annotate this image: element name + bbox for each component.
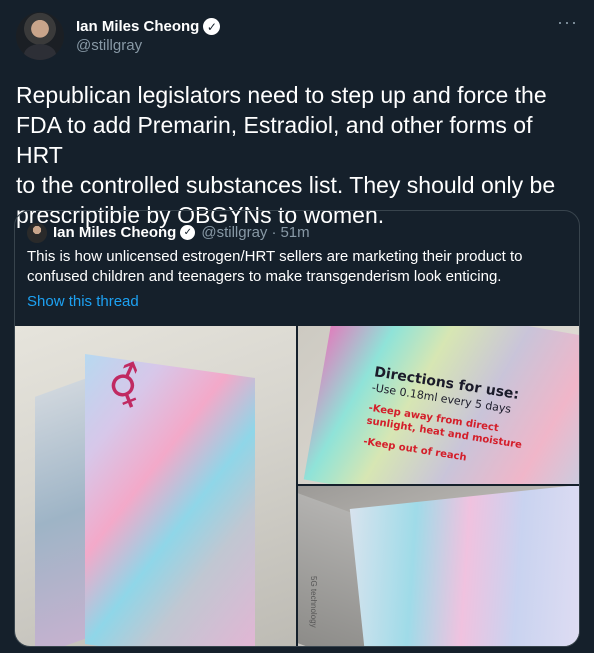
verified-badge-icon: ✓ [203,18,221,35]
media-image-1[interactable]: ⚥ [15,326,296,646]
show-thread-link[interactable]: Show this thread [15,287,579,310]
handle[interactable]: @stillgray [76,37,220,54]
quote-handle: @stillgray [201,224,268,241]
quoted-tweet[interactable]: Ian Miles Cheong ✓ @stillgray · 51m This… [14,210,580,647]
tweet-text: Republican legislators need to step up a… [16,82,556,228]
quote-text: This is how unlicensed estrogen/HRT sell… [27,248,523,285]
side-caption: 5G technology [309,576,318,628]
more-options-icon[interactable]: ··· [557,12,578,33]
quote-header: Ian Miles Cheong ✓ @stillgray · 51m [15,211,579,243]
quote-display-name: Ian Miles Cheong [53,224,177,241]
author-row: Ian Miles Cheong ✓ @stillgray [16,12,578,60]
media-image-3[interactable]: 5G technology [298,486,579,646]
quote-avatar [27,222,47,243]
avatar[interactable] [16,12,64,60]
holographic-box [85,354,255,646]
author-names: Ian Miles Cheong ✓ @stillgray [76,18,221,54]
media-grid: ⚥ Directions for use: -Use 0.18ml every … [15,326,579,646]
quote-verified-badge-icon: ✓ [180,225,196,240]
tweet: Ian Miles Cheong ✓ @stillgray ··· Republ… [0,0,594,653]
holographic-box-top [349,486,579,646]
media-image-2[interactable]: Directions for use: -Use 0.18ml every 5 … [298,326,579,484]
quote-separator: · [271,224,277,241]
display-name-row: Ian Miles Cheong ✓ [76,18,221,35]
quote-timestamp[interactable]: 51m [280,224,309,241]
display-name[interactable]: Ian Miles Cheong [76,18,199,35]
